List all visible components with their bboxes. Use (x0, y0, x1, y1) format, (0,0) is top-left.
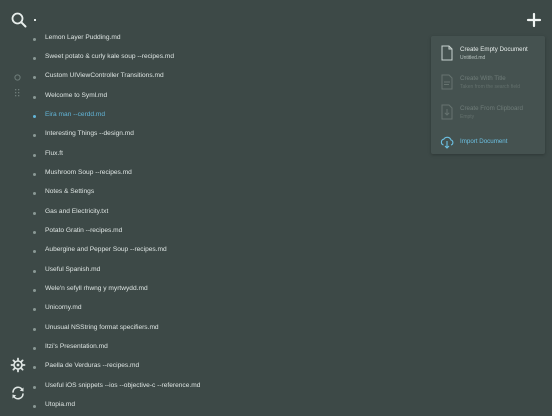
menu-item-subtitle: Taken from the search field (460, 84, 521, 90)
file-list-item[interactable]: Eira man --cerdd.md (0, 107, 430, 126)
file-name: Welcome to Syml.md (45, 92, 108, 99)
menu-item-title: Import Document (460, 138, 508, 145)
bullet-icon (33, 270, 36, 273)
file-list-item[interactable]: Aubergine and Pepper Soup --recipes.md (0, 242, 430, 261)
file-name: Lemon Layer Pudding.md (45, 34, 121, 41)
new-document-menu: Create Empty Document Untitled.md Create W… (431, 36, 545, 154)
bullet-icon (33, 173, 36, 176)
file-list-item[interactable]: Wele'n sefyll rhwng y myrtwydd.md (0, 281, 430, 300)
bullet-icon (33, 115, 36, 118)
file-list-item[interactable]: Unicorny.md (0, 300, 430, 319)
file-name: Mushroom Soup --recipes.md (45, 169, 132, 176)
bullet-icon (33, 154, 36, 157)
bullet-icon (33, 386, 36, 389)
search-button[interactable] (10, 11, 28, 29)
file-list-item[interactable]: Useful Spanish.md (0, 262, 430, 281)
file-name: Unicorny.md (45, 304, 82, 311)
clipboard-icon (440, 104, 454, 120)
file-name: Useful iOS snippets --ios --objective-c … (45, 382, 201, 389)
menu-item-subtitle: Empty (460, 114, 475, 120)
create-from-clipboard-item: Create From Clipboard Empty (431, 99, 545, 129)
cloud-download-icon (440, 134, 454, 150)
file-list-item[interactable]: Notes & Settings (0, 184, 430, 203)
file-name: Itzi's Presentation.md (45, 343, 108, 350)
file-list-item[interactable]: Utopia.md (0, 397, 430, 416)
bullet-icon (33, 250, 36, 253)
bullet-icon (33, 231, 36, 234)
file-list-item[interactable]: Gas and Electricity.txt (0, 204, 430, 223)
document-icon (440, 45, 454, 61)
file-name: Wele'n sefyll rhwng y myrtwydd.md (45, 285, 148, 292)
file-name: Potato Gratin --recipes.md (45, 227, 123, 234)
bullet-icon (33, 38, 36, 41)
menu-item-title: Create Empty Document (460, 46, 528, 53)
bullet-icon (33, 212, 36, 215)
document-title-icon (440, 74, 454, 90)
bullet-icon (33, 57, 36, 60)
import-document-item[interactable]: Import Document (431, 128, 545, 158)
file-list-item[interactable]: Welcome to Syml.md (0, 88, 430, 107)
file-name: Aubergine and Pepper Soup --recipes.md (45, 246, 167, 253)
file-name: Interesting Things --design.md (45, 130, 134, 137)
file-list-item[interactable]: Interesting Things --design.md (0, 126, 430, 145)
file-name: Custom UIViewController Transitions.md (45, 72, 164, 79)
file-name: Flux.ft (45, 150, 63, 157)
file-list-item[interactable]: Potato Gratin --recipes.md (0, 223, 430, 242)
file-name: Paella de Verduras --recipes.md (45, 362, 140, 369)
file-name: Notes & Settings (45, 188, 95, 195)
create-with-title-item: Create With Title Taken from the search f… (431, 69, 545, 99)
plus-icon (526, 12, 542, 28)
bullet-icon (33, 366, 36, 369)
bullet-icon (33, 96, 36, 99)
bullet-icon (33, 308, 36, 311)
file-name: Unusual NSString format specifiers.md (45, 324, 159, 331)
file-list-item[interactable]: Sweet potato & curly kale soup --recipes… (0, 49, 430, 68)
file-name: Utopia.md (45, 401, 76, 408)
menu-item-title: Create From Clipboard (460, 105, 523, 112)
create-empty-document-item[interactable]: Create Empty Document Untitled.md (431, 40, 545, 70)
search-input[interactable] (34, 19, 36, 21)
file-list-item[interactable]: Lemon Layer Pudding.md (0, 30, 430, 49)
file-list-item[interactable]: Itzi's Presentation.md (0, 339, 430, 358)
bullet-icon (33, 405, 36, 408)
add-document-button[interactable] (525, 11, 543, 29)
file-name: Gas and Electricity.txt (45, 208, 109, 215)
bullet-icon (33, 289, 36, 292)
file-name: Eira man --cerdd.md (45, 111, 106, 118)
file-list-item[interactable]: Unusual NSString format specifiers.md (0, 320, 430, 339)
bullet-icon (33, 192, 36, 195)
file-name: Useful Spanish.md (45, 266, 101, 273)
file-list-item[interactable]: Flux.ft (0, 146, 430, 165)
bullet-icon (33, 347, 36, 350)
file-name: Sweet potato & curly kale soup --recipes… (45, 53, 175, 60)
file-list-item[interactable]: Custom UIViewController Transitions.md (0, 68, 430, 87)
menu-item-title: Create With Title (460, 75, 506, 82)
search-icon (11, 12, 27, 28)
bullet-icon (33, 328, 36, 331)
file-list-item[interactable]: Mushroom Soup --recipes.md (0, 165, 430, 184)
file-list-item[interactable]: Useful iOS snippets --ios --objective-c … (0, 378, 430, 397)
bullet-icon (33, 76, 36, 79)
file-list-item[interactable]: Paella de Verduras --recipes.md (0, 358, 430, 377)
menu-item-subtitle: Untitled.md (460, 55, 486, 61)
bullet-icon (33, 134, 36, 137)
